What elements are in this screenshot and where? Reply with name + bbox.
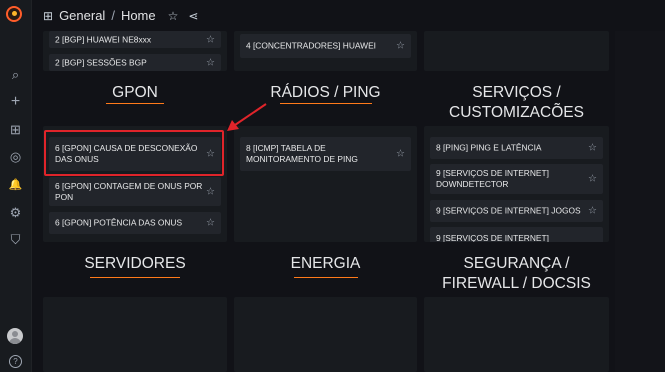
panel-radios: 8 [ICMP] TABELA DE MONITORAMENTO DE PING… [234, 126, 417, 242]
title-underline [279, 103, 372, 104]
row-title-servidores: SERVIDORES [43, 254, 227, 284]
search-icon[interactable]: ⌕ [0, 64, 31, 86]
row-title-seguranca: SEGURANÇA / FIREWALL / DOCSIS [442, 255, 591, 288]
annotation-arrow [227, 103, 267, 131]
link-label: 8 [ICMP] TABELA DE MONITORAMENTO DE PING [246, 143, 358, 164]
dashboard-link[interactable]: 2 [BGP] SESSÕES BGP ☆ [49, 54, 221, 71]
star-icon[interactable]: ☆ [396, 149, 405, 160]
title-underline [106, 103, 164, 104]
dashboard-link[interactable]: 8 [ICMP] TABELA DE MONITORAMENTO DE PING… [240, 137, 411, 171]
grafana-logo[interactable] [6, 6, 22, 22]
breadcrumb-folder[interactable]: General [59, 8, 105, 23]
row-title-gpon: GPON [43, 83, 227, 113]
panel-servicos: 8 [PING] PING E LATÊNCIA ☆ 9 [SERVIÇOS D… [424, 126, 609, 242]
explore-icon[interactable]: ◎ [0, 146, 31, 168]
panel-servidores [43, 297, 227, 372]
star-icon[interactable]: ☆ [206, 186, 215, 197]
dashboard-link[interactable]: 9 [SERVIÇOS DE INTERNET] DOWNDETECTOR ☆ [430, 164, 603, 194]
link-label: 6 [GPON] CONTAGEM DE ONUS POR PON [55, 180, 203, 202]
dashboard-link[interactable]: 6 [GPON] POTÊNCIA DAS ONUS ☆ [49, 212, 221, 234]
star-icon[interactable]: ☆ [206, 34, 215, 45]
title-underline [293, 277, 358, 278]
breadcrumb-dashboard[interactable]: Home [121, 8, 156, 23]
dashboards-grid-icon: ⊞ [43, 8, 54, 23]
panel-energia [234, 297, 417, 372]
help-icon[interactable]: ? [0, 350, 31, 372]
star-icon[interactable]: ☆ [588, 174, 597, 185]
link-label: 2 [BGP] SESSÕES BGP [55, 57, 147, 67]
title-underline [90, 277, 180, 278]
row-title-energia: ENERGIA [234, 254, 417, 284]
shield-icon[interactable]: ⛉ [0, 229, 31, 251]
dashboard-link[interactable]: 9 [SERVIÇOS DE INTERNET] JOGOS ☆ [430, 200, 603, 222]
star-icon[interactable]: ☆ [396, 41, 405, 52]
star-icon[interactable]: ☆ [206, 218, 215, 229]
star-icon[interactable]: ☆ [168, 9, 179, 23]
star-icon[interactable]: ☆ [588, 143, 597, 154]
breadcrumb-separator: / [111, 8, 115, 23]
link-label: 2 [BGP] HUAWEI NE8xxx [55, 34, 152, 44]
highlight-box [44, 130, 224, 176]
dashboard-link[interactable]: 8 [PING] PING E LATÊNCIA ☆ [430, 137, 603, 159]
link-label: 8 [PING] PING E LATÊNCIA [436, 142, 542, 153]
panel-empty-top [424, 31, 609, 71]
dashboard-link[interactable]: 9 [SERVIÇOS DE INTERNET] [430, 227, 603, 242]
panel-concentradores: 4 [CONCENTRADORES] HUAWEI ☆ [234, 31, 417, 71]
alerting-icon[interactable]: 🔔 [0, 173, 31, 195]
dashboard-nav: ⊞ General / Home ☆ ⋖ [31, 0, 665, 31]
dashboard-link[interactable]: 2 [BGP] HUAWEI NE8xxx ☆ [49, 31, 221, 48]
share-icon[interactable]: ⋖ [188, 9, 198, 23]
panel-seguranca [424, 297, 609, 372]
right-gutter [615, 31, 665, 372]
link-label: 9 [SERVIÇOS DE INTERNET] JOGOS [436, 205, 581, 216]
dashboard-link[interactable]: 6 [GPON] CONTAGEM DE ONUS POR PON ☆ [49, 177, 221, 206]
dashboards-icon[interactable]: ⊞ [0, 119, 31, 141]
star-icon[interactable]: ☆ [588, 206, 597, 217]
link-label: 4 [CONCENTRADORES] HUAWEI [246, 40, 376, 51]
panel-bgp: 2 [BGP] HUAWEI NE8xxx ☆ 2 [BGP] SESSÕES … [43, 31, 227, 71]
link-label: 6 [GPON] POTÊNCIA DAS ONUS [55, 217, 183, 228]
plus-icon[interactable]: + [0, 91, 31, 113]
row-title-servicos: SERVIÇOS / CUSTOMIZAÇÕES [449, 84, 584, 117]
link-label: 9 [SERVIÇOS DE INTERNET] [436, 233, 549, 242]
link-label: 9 [SERVIÇOS DE INTERNET] DOWNDETECTOR [436, 168, 549, 189]
avatar[interactable] [7, 328, 23, 344]
dashboard-link[interactable]: 4 [CONCENTRADORES] HUAWEI ☆ [240, 34, 411, 58]
star-icon[interactable]: ☆ [206, 57, 215, 68]
sidebar: ⌕ + ⊞ ◎ 🔔 ⚙ ⛉ ? [0, 0, 32, 372]
settings-icon[interactable]: ⚙ [0, 202, 31, 224]
